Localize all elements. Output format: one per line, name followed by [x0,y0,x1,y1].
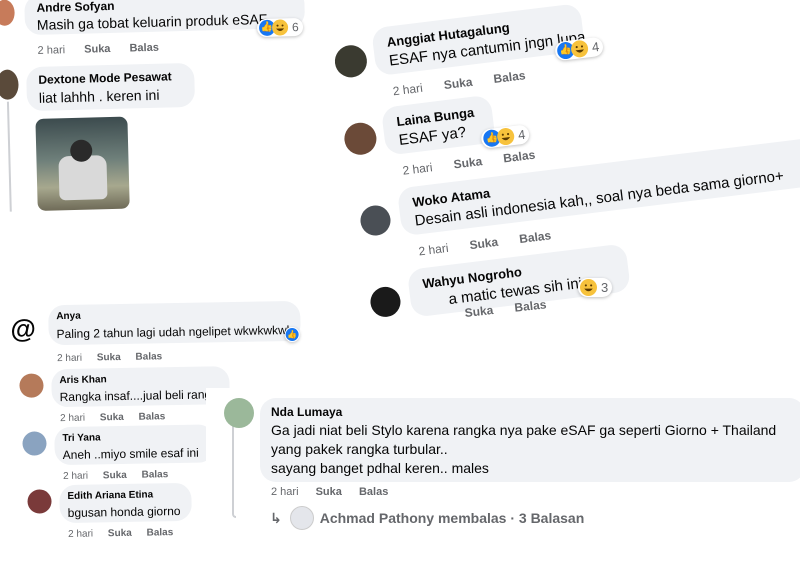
comment-author[interactable]: Aris Khan [59,374,106,386]
comment-meta: 2 hari Suka Balas [63,469,168,482]
view-replies-row[interactable]: ↳ Achmad Pathony membalas · 3 Balasan [270,506,584,530]
comment-text: bgusan honda giorno [67,503,181,520]
thread-line [6,101,12,212]
scooter-shape [58,155,108,201]
at-avatar-icon[interactable]: @ [10,313,36,344]
comment-time[interactable]: 2 hari [57,353,82,364]
comment-text: Rangka insaf....jual beli rangka [59,387,224,405]
haha-icon [496,127,516,146]
reaction-summary[interactable]: 👍 6 [256,17,303,38]
avatar[interactable] [368,285,403,319]
avatar[interactable] [0,69,19,100]
comment-author[interactable]: Anya [56,311,81,322]
comment-time[interactable]: 2 hari [60,413,85,424]
haha-icon [580,279,597,296]
replies-summary: Achmad Pathony membalas · 3 Balasan [319,510,585,526]
comment-text-line: Ga jadi niat beli Stylo karena rangka ny… [271,422,777,438]
like-link[interactable]: Suka [108,528,132,539]
like-link[interactable]: Suka [316,486,342,498]
comment-time[interactable]: 2 hari [271,486,299,498]
avatar[interactable] [358,203,393,238]
like-link[interactable]: Suka [100,412,124,423]
comment-text-line: sayang banget pdhal keren.. males [271,460,489,476]
comments-panel-bottom-right: Nda Lumaya Ga jadi niat beli Stylo karen… [206,388,800,533]
reply-link[interactable]: Balas [135,351,162,362]
reply-link[interactable]: Balas [493,68,526,86]
reply-link[interactable]: Balas [129,42,159,55]
like-link[interactable]: Suka [97,352,121,363]
avatar [289,506,314,530]
comments-panel-top-left: Andre Sofyan Masih ga tobat keluarin pro… [0,0,320,218]
like-link[interactable]: Suka [443,75,473,92]
like-link[interactable]: Suka [103,470,127,481]
comment-author[interactable]: Edith Ariana Etina [67,489,153,501]
comment-meta: 2 hari Suka Balas [57,351,162,364]
avatar[interactable] [333,43,369,80]
comment-meta: 2 hari Suka Balas [392,68,526,98]
comment-text: Aneh ..miyo smile esaf ini [62,445,199,463]
reaction-count: 4 [517,126,527,143]
like-link[interactable]: Suka [469,235,499,252]
comment-text-line: yang pakek rangka turbular.. [271,441,448,457]
comment-time[interactable]: 2 hari [402,160,434,178]
reply-link[interactable]: Balas [141,469,168,480]
comment-time[interactable]: 2 hari [37,44,65,57]
comments-panel-top-right: Anggiat Hutagalung ESAF nya cantumin jng… [325,0,800,326]
avatar[interactable] [22,431,47,456]
reply-link[interactable]: Balas [146,527,173,538]
reply-link[interactable]: Balas [359,486,388,498]
reply-link[interactable]: Balas [138,411,165,422]
comment-meta: 2 hari Suka Balas [60,411,165,424]
comment-time[interactable]: 2 hari [63,471,88,482]
comment-time[interactable]: 2 hari [418,241,450,259]
reaction-summary[interactable]: 3 [578,278,613,297]
like-link[interactable]: Suka [453,154,483,171]
reply-link[interactable]: Balas [518,228,551,246]
avatar[interactable] [0,0,15,26]
haha-icon [271,19,289,36]
comment-time[interactable]: 2 hari [68,529,93,540]
reaction-count: 6 [291,20,299,35]
reaction-count: 3 [601,280,609,295]
comment-meta: 2 hari Suka Balas [37,42,159,57]
comment-time[interactable]: 2 hari [392,81,424,99]
reply-link[interactable]: Balas [502,148,535,166]
comment-text: liat lahhh . keren ini [38,86,160,106]
like-icon: 👍 [285,327,299,342]
haha-icon [570,39,590,59]
avatar[interactable] [19,373,44,398]
avatar[interactable] [342,120,379,157]
avatar[interactable] [27,489,52,514]
like-link[interactable]: Suka [84,43,111,56]
attached-photo[interactable] [35,116,130,211]
comment-author[interactable]: Andre Sofyan [36,0,114,15]
reaction-count: 4 [591,39,601,55]
avatar[interactable] [224,398,254,428]
comment-author[interactable]: Tri Yana [62,432,100,444]
reaction-summary[interactable]: 👍 [284,326,300,343]
comment-author[interactable]: Nda Lumaya [271,405,342,419]
comment-meta: 2 hari Suka Balas [68,527,173,540]
reply-link[interactable]: Balas [514,297,547,314]
like-link[interactable]: Suka [464,303,494,320]
comment-meta: 2 hari Suka Balas [271,486,388,498]
reply-arrow-icon: ↳ [270,509,282,526]
